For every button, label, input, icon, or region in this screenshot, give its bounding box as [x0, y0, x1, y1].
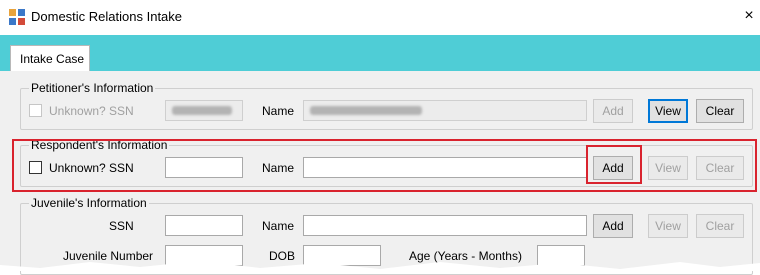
intake-window: Domestic Relations Intake × Intake Case …	[0, 0, 760, 275]
app-window-icon	[9, 9, 25, 25]
petitioner-unknown-checkbox[interactable]	[29, 104, 42, 117]
petitioner-clear-button[interactable]: Clear	[696, 99, 744, 123]
juvenile-clear-button[interactable]: Clear	[696, 214, 744, 238]
petitioner-ssn-input[interactable]	[165, 100, 243, 121]
torn-edge	[0, 261, 760, 271]
window-title: Domestic Relations Intake	[31, 9, 183, 24]
juvenile-legend: Juvenile's Information	[29, 196, 149, 210]
petitioner-unknown-label: Unknown?	[49, 104, 106, 118]
petitioner-add-button[interactable]: Add	[593, 99, 633, 123]
petitioner-name-label: Name	[262, 104, 295, 118]
petitioner-name-input[interactable]	[303, 100, 587, 121]
intake-case-panel: Petitioner's Information Unknown? SSN Na…	[0, 71, 760, 275]
tab-strip: Intake Case	[0, 35, 760, 71]
close-icon[interactable]: ×	[738, 5, 760, 27]
tab-intake-case[interactable]: Intake Case	[10, 45, 90, 71]
petitioner-group: Petitioner's Information Unknown? SSN Na…	[20, 81, 753, 130]
petitioner-legend: Petitioner's Information	[29, 81, 156, 95]
juvenile-view-button[interactable]: View	[648, 214, 688, 238]
juvenile-name-label: Name	[262, 219, 295, 233]
title-bar: Domestic Relations Intake ×	[0, 0, 760, 35]
respondent-highlight-box	[12, 139, 757, 192]
redacted-name	[310, 106, 422, 115]
juvenile-ssn-input[interactable]	[165, 215, 243, 236]
juvenile-ssn-label: SSN	[109, 219, 134, 233]
petitioner-view-button[interactable]: View	[648, 99, 688, 123]
juvenile-name-input[interactable]	[303, 215, 587, 236]
add-button-highlight-box	[586, 145, 642, 184]
juvenile-add-button[interactable]: Add	[593, 214, 633, 238]
redacted-ssn	[172, 106, 232, 115]
petitioner-ssn-label: SSN	[109, 104, 134, 118]
